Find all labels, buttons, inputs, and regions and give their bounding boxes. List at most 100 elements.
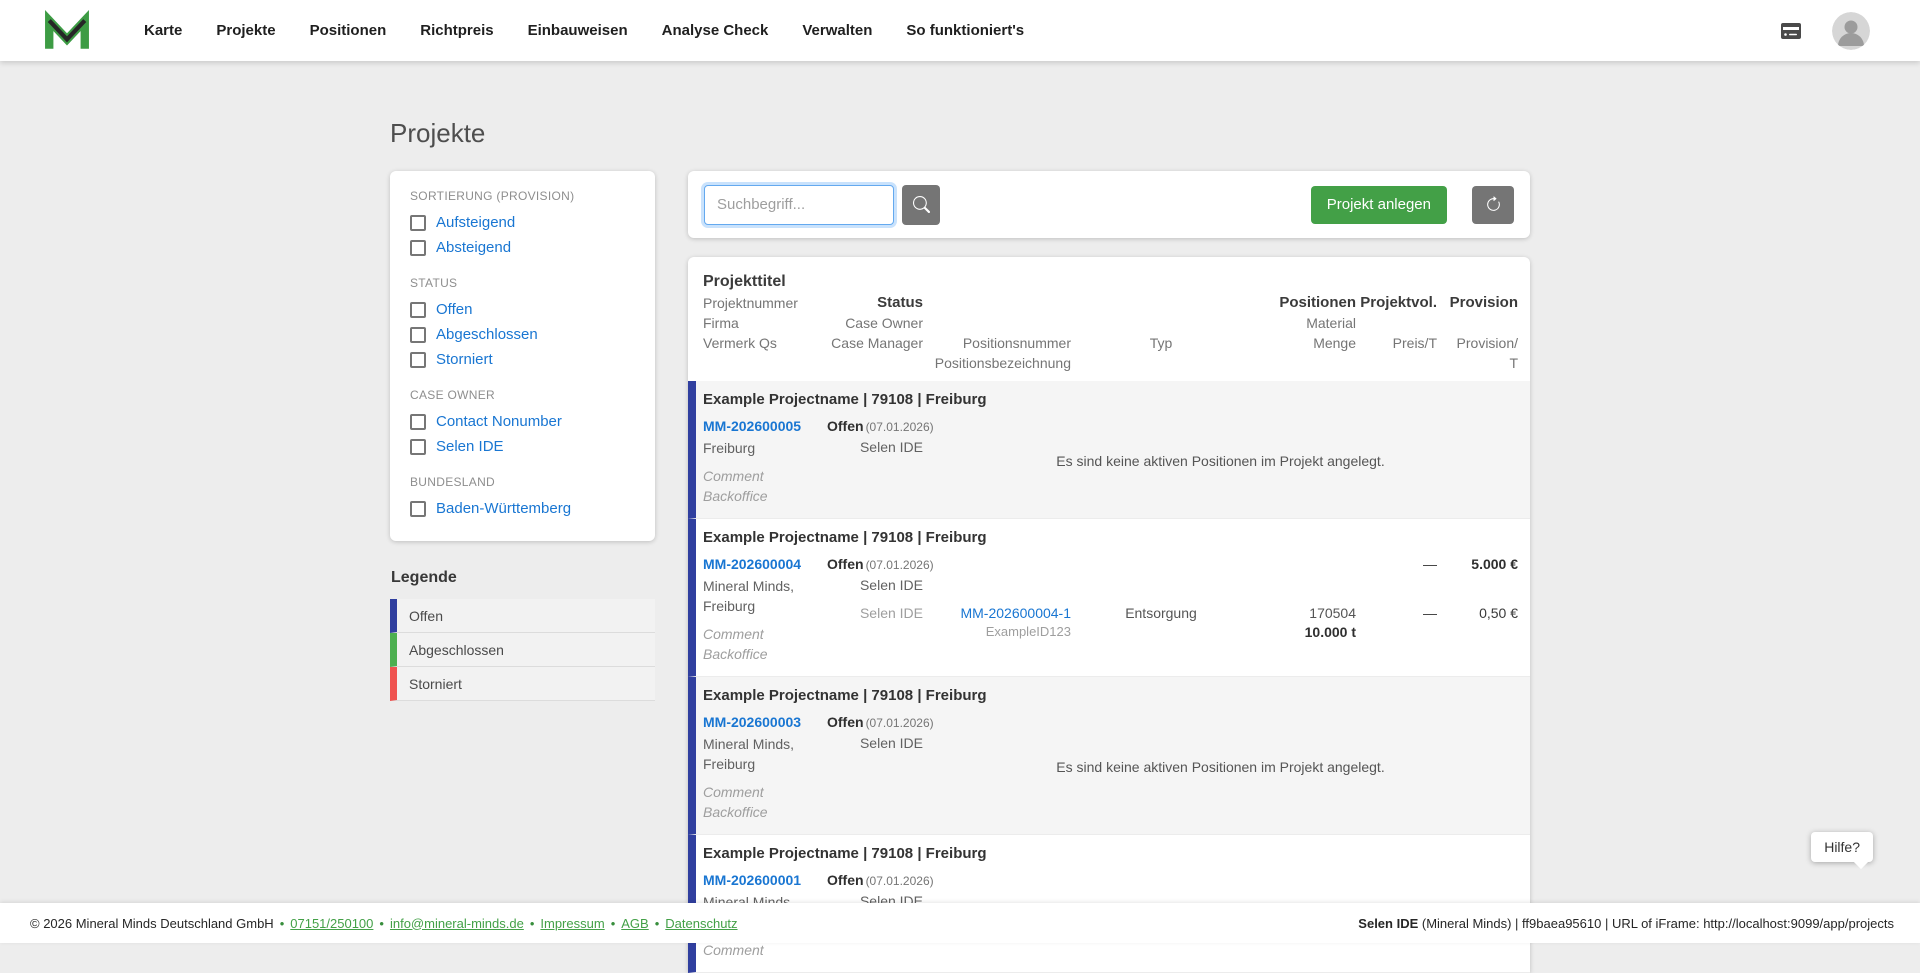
project-number-link[interactable]: MM-202600001 [703, 870, 801, 890]
status-label: Offen [827, 872, 864, 888]
project-firma: Mineral Minds, [703, 736, 795, 752]
nav-item-analyse-check[interactable]: Analyse Check [662, 22, 769, 39]
project-backoffice: Backoffice [703, 804, 768, 820]
col-header-material: Material [1306, 315, 1356, 331]
person-icon [1832, 11, 1870, 50]
nav-item-positionen[interactable]: Positionen [310, 22, 387, 39]
filter-option-absteigend[interactable]: Absteigend [410, 235, 635, 260]
position-row[interactable]: Selen IDE MM-202600004-1 ExampleID123 En… [827, 603, 1518, 641]
nav-item-karte[interactable]: Karte [144, 22, 182, 39]
page-title: Projekte [390, 118, 486, 148]
position-material: 170504 [1309, 605, 1356, 621]
footer-separator: • [379, 915, 384, 931]
table-header: Projekttitel Projektnummer Firma Vermerk… [688, 257, 1530, 381]
nav-item-projekte[interactable]: Projekte [216, 22, 275, 39]
footer-separator: • [610, 915, 616, 931]
filter-option-storniert[interactable]: Storniert [410, 347, 635, 372]
col-header-provision: Provision [1449, 294, 1518, 311]
filter-option-contact-nonumber[interactable]: Contact Nonumber [410, 409, 635, 434]
status-label: Offen [827, 556, 864, 572]
top-navbar: Karte Projekte Positionen Richtpreis Ein… [0, 0, 1920, 61]
checkbox-icon[interactable] [410, 413, 426, 430]
app-logo[interactable] [44, 9, 90, 52]
project-firma: Freiburg [703, 440, 756, 456]
legend-item-label: Offen [409, 607, 443, 624]
footer-email-link[interactable]: info@mineral-minds.de [390, 916, 524, 931]
project-firma: Freiburg [703, 756, 756, 772]
col-header-firma: Firma [703, 315, 739, 331]
legend-list: Offen Abgeschlossen Storniert [390, 599, 655, 701]
project-row-title: Example Projectname | 79108 | Freiburg [703, 529, 987, 546]
nav-item-so-funktionierts[interactable]: So funktioniert's [906, 22, 1024, 39]
filter-card: SORTIERUNG (PROVISION) Aufsteigend Abste… [390, 171, 655, 541]
nav-item-richtpreis[interactable]: Richtpreis [420, 22, 493, 39]
filter-section-label: CASE OWNER [410, 388, 496, 402]
filter-section-case-owner: CASE OWNER Contact Nonumber Selen IDE [410, 388, 635, 459]
footer-links: © 2026 Mineral Minds Deutschland GmbH • … [30, 916, 738, 931]
checkbox-icon[interactable] [410, 351, 426, 368]
search-input[interactable] [704, 184, 894, 225]
status-date: (07.01.2026) [865, 420, 934, 434]
main-column: Projekt anlegen Projekttitel Projektnumm… [688, 171, 1530, 973]
position-number-link[interactable]: MM-202600004-1 [960, 605, 1071, 621]
filter-option-aufsteigend[interactable]: Aufsteigend [410, 210, 635, 235]
position-typ: Entsorgung [1125, 605, 1197, 621]
col-header-case-manager: Case Manager [831, 335, 923, 351]
project-row[interactable]: Example Projectname | 79108 | Freiburg M… [688, 519, 1530, 677]
project-row-title: Example Projectname | 79108 | Freiburg [703, 391, 987, 408]
position-bezeichnung: ExampleID123 [985, 624, 1071, 639]
projects-table: Projekttitel Projektnummer Firma Vermerk… [688, 257, 1530, 973]
nav-item-verwalten[interactable]: Verwalten [802, 22, 872, 39]
search-button[interactable] [902, 184, 940, 225]
col-header-status: Status [877, 294, 923, 311]
project-comment: Comment [703, 942, 764, 958]
project-comment: Comment [703, 626, 764, 642]
project-number-link[interactable]: MM-202600004 [703, 554, 801, 574]
footer-impressum-link[interactable]: Impressum [540, 916, 604, 931]
sidebar: SORTIERUNG (PROVISION) Aufsteigend Abste… [390, 171, 655, 701]
project-row[interactable]: Example Projectname | 79108 | Freiburg M… [688, 381, 1530, 519]
col-header-case-owner: Case Owner [845, 315, 923, 331]
checkbox-icon[interactable] [410, 301, 426, 318]
case-owner-value: Selen IDE [859, 577, 923, 593]
filter-option-offen[interactable]: Offen [410, 297, 635, 322]
legend-item-label: Abgeschlossen [409, 641, 504, 658]
filter-section-bundesland: BUNDESLAND Baden-Württemberg [410, 475, 635, 521]
provision-value: 5.000 € [1471, 556, 1518, 572]
filter-section-sortierung: SORTIERUNG (PROVISION) Aufsteigend Abste… [410, 189, 635, 260]
col-header-preis-t: Preis/T [1392, 335, 1437, 351]
project-row-title: Example Projectname | 79108 | Freiburg [703, 687, 987, 704]
col-header-provision-t: T [1509, 355, 1518, 371]
checkbox-icon[interactable] [410, 326, 426, 343]
checkbox-icon[interactable] [410, 438, 426, 455]
help-button[interactable]: Hilfe? [1811, 832, 1873, 862]
footer-datenschutz-link[interactable]: Datenschutz [665, 916, 737, 931]
filter-option-selen-ide[interactable]: Selen IDE [410, 434, 635, 459]
footer-phone-link[interactable]: 07151/250100 [290, 916, 373, 931]
refresh-icon [1486, 196, 1500, 211]
col-header-menge: Menge [1313, 335, 1356, 351]
checkbox-icon[interactable] [410, 214, 426, 231]
col-header-typ: Typ [1149, 335, 1173, 351]
filter-option-baden-wuerttemberg[interactable]: Baden-Württemberg [410, 496, 635, 521]
legend-item-abgeschlossen: Abgeschlossen [390, 633, 655, 667]
checkbox-icon[interactable] [410, 500, 426, 517]
create-project-button[interactable]: Projekt anlegen [1310, 185, 1447, 224]
page-content: Projekte SORTIERUNG (PROVISION) Aufsteig… [390, 61, 1530, 973]
card-reader-icon[interactable] [1776, 19, 1806, 43]
legend-item-storniert: Storniert [390, 667, 655, 701]
checkbox-icon[interactable] [410, 239, 426, 256]
footer-agb-link[interactable]: AGB [621, 916, 648, 931]
filter-option-abgeschlossen[interactable]: Abgeschlossen [410, 322, 635, 347]
user-avatar[interactable] [1832, 11, 1870, 50]
project-number-link[interactable]: MM-202600003 [703, 712, 801, 732]
session-info: Selen IDE (Mineral Minds) | ff9baea95610… [1358, 916, 1894, 931]
nav-item-einbauweisen[interactable]: Einbauweisen [528, 22, 628, 39]
position-provision-t: 0,50 € [1479, 605, 1518, 621]
position-case-manager: Selen IDE [859, 605, 923, 621]
col-header-positionsnummer: Positionsnummer [962, 335, 1071, 351]
project-number-link[interactable]: MM-202600005 [703, 416, 801, 436]
project-row[interactable]: Example Projectname | 79108 | Freiburg M… [688, 677, 1530, 835]
position-preis-t: — [1423, 605, 1437, 621]
refresh-button[interactable] [1472, 185, 1514, 224]
